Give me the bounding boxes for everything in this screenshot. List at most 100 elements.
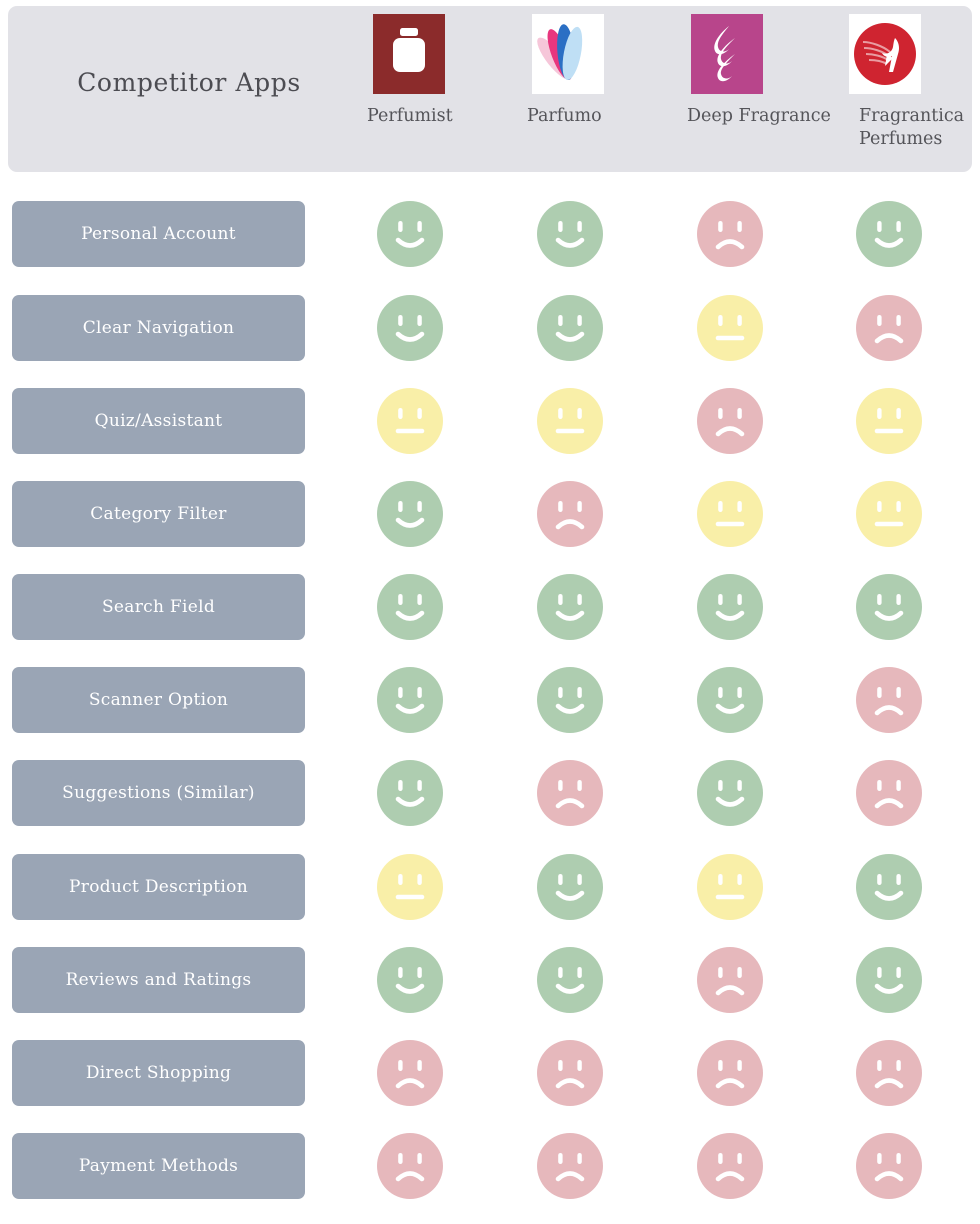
- smiley-happy-icon: [537, 295, 603, 361]
- table-row: Category Filter: [0, 467, 980, 561]
- rating-cell: [537, 295, 603, 361]
- rating-cell: [537, 201, 603, 267]
- rating-cell: [856, 854, 922, 920]
- smiley-sad-icon: [856, 667, 922, 733]
- rating-cell: [537, 574, 603, 640]
- feature-label-pill[interactable]: Direct Shopping: [12, 1040, 305, 1106]
- feature-label-pill[interactable]: Product Description: [12, 854, 305, 920]
- rating-cell: [697, 947, 763, 1013]
- smiley-happy-icon: [856, 947, 922, 1013]
- rating-cell: [377, 947, 443, 1013]
- feature-label-pill[interactable]: Suggestions (Similar): [12, 760, 305, 826]
- rating-cell: [377, 574, 443, 640]
- smiley-neutral-icon: [856, 481, 922, 547]
- smiley-sad-icon: [537, 1133, 603, 1199]
- smiley-happy-icon: [537, 201, 603, 267]
- rating-cell: [856, 1040, 922, 1106]
- smiley-happy-icon: [377, 947, 443, 1013]
- feature-label-pill[interactable]: Search Field: [12, 574, 305, 640]
- rating-cell: [537, 854, 603, 920]
- feature-label: Personal Account: [81, 224, 236, 244]
- perfumist-logo: [373, 14, 445, 94]
- rating-cell: [856, 295, 922, 361]
- rating-cell: [377, 1133, 443, 1199]
- fragrantica-logo: [849, 14, 921, 94]
- smiley-sad-icon: [697, 947, 763, 1013]
- feature-label-pill[interactable]: Category Filter: [12, 481, 305, 547]
- smiley-neutral-icon: [697, 854, 763, 920]
- feature-label: Direct Shopping: [85, 1063, 232, 1083]
- rating-cell: [537, 667, 603, 733]
- smiley-happy-icon: [697, 574, 763, 640]
- rating-cell: [537, 388, 603, 454]
- fragrantica-logo: [849, 14, 921, 94]
- perfumist-logo: [373, 14, 445, 94]
- rating-cell: [537, 1040, 603, 1106]
- smiley-sad-icon: [856, 1133, 922, 1199]
- feature-label-pill[interactable]: Scanner Option: [12, 667, 305, 733]
- feature-label-pill[interactable]: Personal Account: [12, 201, 305, 267]
- rating-cell: [377, 760, 443, 826]
- smiley-neutral-icon: [856, 388, 922, 454]
- app-column-3: Deep Fragrance: [678, 6, 838, 172]
- deep-fragrance-logo: [691, 14, 763, 94]
- rating-cell: [537, 1133, 603, 1199]
- rating-cell: [537, 481, 603, 547]
- feature-label: Clear Navigation: [82, 318, 235, 338]
- smiley-neutral-icon: [377, 388, 443, 454]
- smiley-happy-icon: [856, 574, 922, 640]
- rating-cell: [856, 667, 922, 733]
- rating-cell: [697, 201, 763, 267]
- header-panel: Competitor Apps Perfumist Parfumo Deep F…: [8, 6, 972, 172]
- app-name-label: Parfumo: [527, 106, 602, 126]
- rating-cell: [697, 854, 763, 920]
- table-row: Payment Methods: [0, 1119, 980, 1213]
- rating-cell: [856, 201, 922, 267]
- page-title: Competitor Apps: [77, 68, 301, 97]
- rating-cell: [377, 854, 443, 920]
- app-name-label: Perfumist: [367, 106, 453, 126]
- rating-cell: [856, 947, 922, 1013]
- rating-cell: [697, 1133, 763, 1199]
- feature-label: Category Filter: [90, 504, 227, 524]
- feature-label: Product Description: [69, 877, 248, 897]
- feature-label-pill[interactable]: Reviews and Ratings: [12, 947, 305, 1013]
- smiley-sad-icon: [697, 201, 763, 267]
- smiley-sad-icon: [377, 1040, 443, 1106]
- smiley-neutral-icon: [537, 388, 603, 454]
- smiley-happy-icon: [377, 295, 443, 361]
- smiley-happy-icon: [856, 201, 922, 267]
- smiley-happy-icon: [537, 854, 603, 920]
- smiley-neutral-icon: [697, 295, 763, 361]
- smiley-happy-icon: [377, 667, 443, 733]
- table-row: Product Description: [0, 840, 980, 934]
- table-row: Reviews and Ratings: [0, 933, 980, 1027]
- smiley-happy-icon: [697, 760, 763, 826]
- smiley-sad-icon: [697, 1133, 763, 1199]
- rating-cell: [377, 1040, 443, 1106]
- smiley-sad-icon: [537, 1040, 603, 1106]
- table-row: Clear Navigation: [0, 281, 980, 375]
- rating-cell: [377, 388, 443, 454]
- app-column-1: Perfumist: [358, 6, 518, 172]
- smiley-happy-icon: [377, 574, 443, 640]
- feature-label-pill[interactable]: Quiz/Assistant: [12, 388, 305, 454]
- rating-cell: [377, 667, 443, 733]
- feature-label-pill[interactable]: Payment Methods: [12, 1133, 305, 1199]
- table-row: Scanner Option: [0, 653, 980, 747]
- smiley-sad-icon: [697, 388, 763, 454]
- feature-label-pill[interactable]: Clear Navigation: [12, 295, 305, 361]
- rating-cell: [697, 295, 763, 361]
- app-column-2: Parfumo: [518, 6, 678, 172]
- table-row: Personal Account: [0, 187, 980, 281]
- rating-cell: [856, 481, 922, 547]
- table-row: Quiz/Assistant: [0, 374, 980, 468]
- smiley-sad-icon: [856, 1040, 922, 1106]
- smiley-happy-icon: [537, 574, 603, 640]
- feature-label: Suggestions (Similar): [62, 783, 255, 803]
- smiley-happy-icon: [377, 760, 443, 826]
- smiley-happy-icon: [697, 667, 763, 733]
- parfumo-logo: [532, 14, 604, 94]
- rating-cell: [697, 1040, 763, 1106]
- smiley-sad-icon: [537, 760, 603, 826]
